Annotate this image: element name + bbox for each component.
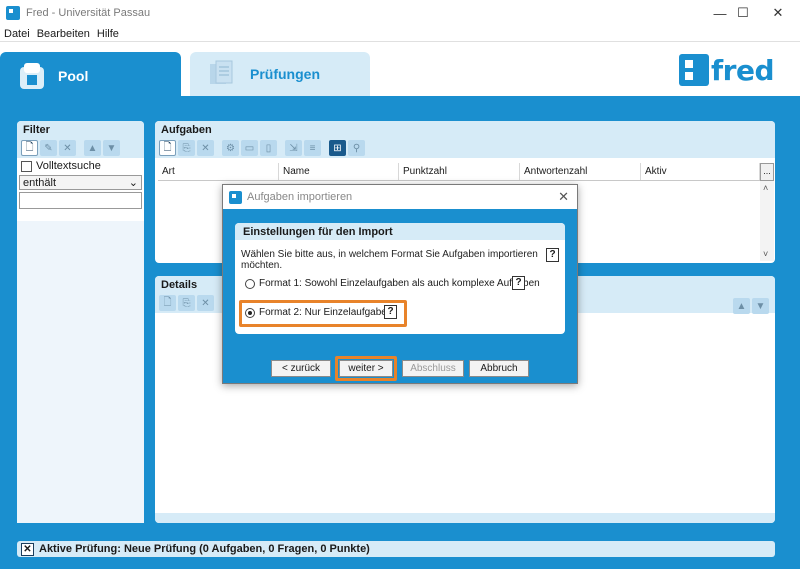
settings-icon[interactable]: ⚙	[222, 140, 239, 156]
fred-logo-text: fred	[711, 53, 775, 87]
details-order-buttons: ▲ ▼	[733, 298, 771, 314]
title-bar: Fred - Universität Passau — ☐ ✕	[0, 0, 800, 26]
format2-help-icon[interactable]: ?	[384, 305, 397, 319]
filter-panel: Filter 🗋 ✎ ✕ ▲ ▼ Volltextsuche enthält ⌄	[17, 121, 144, 523]
filter-title: Filter	[17, 121, 144, 138]
import-icon[interactable]: ⊞	[329, 140, 346, 156]
tab-pool-label: Pool	[58, 67, 89, 84]
help-icon[interactable]: ?	[546, 248, 559, 262]
app-icon	[6, 6, 20, 20]
details-delete-icon[interactable]: ✕	[197, 295, 214, 311]
details-copy-icon[interactable]: ⎘	[178, 295, 195, 311]
volltext-row[interactable]: Volltextsuche	[17, 158, 144, 174]
details-new-icon[interactable]: 🗋	[159, 295, 176, 311]
operator-select[interactable]: enthält ⌄	[19, 175, 142, 190]
details-up-icon[interactable]: ▲	[733, 298, 750, 314]
menu-bearbeiten[interactable]: Bearbeiten	[37, 28, 90, 40]
status-text: Aktive Prüfung: Neue Prüfung (0 Aufgaben…	[39, 543, 370, 555]
import-settings-title: Einstellungen für den Import	[235, 223, 565, 240]
import-dialog: Aufgaben importieren ✕ Einstellungen für…	[222, 184, 578, 384]
move-up-icon[interactable]: ▲	[84, 140, 101, 156]
menu-bar: Datei Bearbeiten Hilfe	[0, 26, 800, 42]
tab-pool[interactable]: Pool	[0, 52, 181, 99]
dialog-title-bar: Aufgaben importieren ✕	[223, 185, 577, 209]
move-down-icon[interactable]: ▼	[103, 140, 120, 156]
menu-datei[interactable]: Datei	[4, 28, 30, 40]
details-down-icon[interactable]: ▼	[752, 298, 769, 314]
format1-radio[interactable]	[245, 278, 255, 289]
column-chooser-button[interactable]: ...	[760, 163, 774, 181]
filter-body: Volltextsuche enthält ⌄	[17, 158, 144, 209]
close-button[interactable]: ✕	[756, 0, 800, 26]
format2-option[interactable]: Format 2: Nur Einzelaufgaben	[245, 307, 392, 318]
list-icon[interactable]: ≡	[304, 140, 321, 156]
next-button[interactable]: weiter >	[339, 360, 393, 377]
aufgaben-title: Aufgaben	[155, 121, 775, 138]
col-name[interactable]: Name	[279, 163, 399, 180]
format1-help-icon[interactable]: ?	[512, 276, 525, 290]
details-footer	[155, 513, 775, 523]
dialog-app-icon	[229, 190, 242, 204]
chevron-down-icon: ⌄	[128, 177, 138, 189]
operator-value: enthält	[23, 176, 57, 189]
aufgaben-table-header: Art Name Punktzahl Antwortenzahl Aktiv	[158, 163, 760, 181]
fred-logo: fred	[679, 52, 775, 88]
documents-icon	[210, 60, 233, 84]
folder-icon[interactable]: ▭	[241, 140, 258, 156]
new-filter-icon[interactable]: 🗋	[21, 140, 38, 156]
delete-filter-icon[interactable]: ✕	[59, 140, 76, 156]
format1-option[interactable]: Format 1: Sowohl Einzelaufgaben als auch…	[245, 278, 540, 289]
dialog-close-icon[interactable]: ✕	[558, 189, 569, 205]
new-task-icon[interactable]: 🗋	[159, 140, 176, 156]
copy-task-icon[interactable]: ⎘	[178, 140, 195, 156]
volltext-label: Volltextsuche	[36, 160, 101, 172]
fred-logo-mark	[679, 54, 709, 86]
col-aktiv[interactable]: Aktiv	[641, 163, 760, 180]
close-exam-icon[interactable]: ✕	[21, 542, 34, 556]
edit-filter-icon[interactable]: ✎	[40, 140, 57, 156]
delete-task-icon[interactable]: ✕	[197, 140, 214, 156]
pool-icon	[20, 62, 44, 89]
filter-list-area	[17, 221, 144, 523]
col-art[interactable]: Art	[158, 163, 279, 180]
aufgaben-scrollbar[interactable]: ˄ ˅	[760, 181, 774, 261]
col-antwortenzahl[interactable]: Antwortenzahl	[520, 163, 641, 180]
cancel-button[interactable]: Abbruch	[469, 360, 529, 377]
format2-label: Format 2: Nur Einzelaufgaben	[259, 307, 393, 318]
export-icon[interactable]: ⇲	[285, 140, 302, 156]
filter-tasks-icon[interactable]: ⚲	[348, 140, 365, 156]
volltext-checkbox[interactable]	[21, 160, 32, 172]
finish-button[interactable]: Abschluss	[402, 360, 464, 377]
dialog-title: Aufgaben importieren	[247, 191, 353, 203]
document-icon[interactable]: ▯	[260, 140, 277, 156]
format1-label: Format 1: Sowohl Einzelaufgaben als auch…	[259, 278, 540, 289]
tab-pruefungen-label: Prüfungen	[250, 66, 320, 82]
tab-pruefungen[interactable]: Prüfungen	[190, 52, 370, 96]
format2-radio[interactable]	[245, 307, 255, 318]
col-punktzahl[interactable]: Punktzahl	[399, 163, 520, 180]
status-bar: ✕ Aktive Prüfung: Neue Prüfung (0 Aufgab…	[17, 541, 775, 557]
scroll-up-icon[interactable]: ˄	[763, 183, 768, 193]
aufgaben-toolbar: 🗋 ⎘ ✕ ⚙ ▭ ▯ ⇲ ≡ ⊞ ⚲	[155, 138, 775, 158]
import-settings-card: Einstellungen für den Import Wählen Sie …	[235, 223, 565, 334]
import-question: Wählen Sie bitte aus, in welchem Format …	[241, 249, 538, 271]
scroll-down-icon[interactable]: ˅	[763, 249, 768, 259]
filter-toolbar: 🗋 ✎ ✕ ▲ ▼	[17, 138, 144, 158]
filter-search-input[interactable]	[19, 192, 142, 209]
window-title: Fred - Universität Passau	[26, 7, 151, 19]
back-button[interactable]: < zurück	[271, 360, 331, 377]
menu-hilfe[interactable]: Hilfe	[97, 28, 119, 40]
